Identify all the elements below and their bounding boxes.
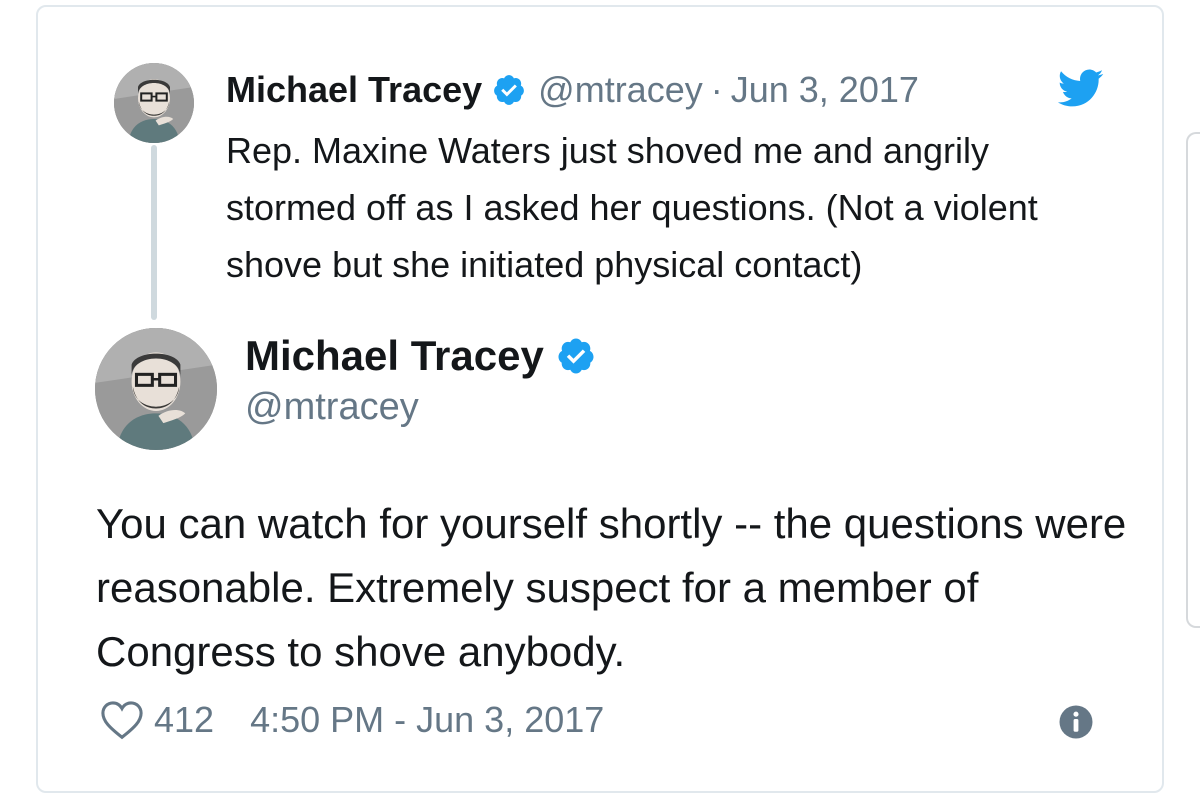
main-author-name-row: Michael Tracey: [245, 332, 596, 380]
verified-badge-icon: [492, 73, 526, 107]
heart-icon[interactable]: [100, 700, 144, 740]
avatar-image: [95, 328, 217, 450]
quoted-tweet-date[interactable]: Jun 3, 2017: [731, 69, 919, 111]
main-author-handle[interactable]: @mtracey: [245, 386, 419, 429]
quoted-tweet-text: Rep. Maxine Waters just shoved me and an…: [226, 130, 1038, 285]
avatar-image: [114, 63, 194, 143]
like-count[interactable]: 412: [154, 699, 214, 741]
verified-badge-icon: [556, 336, 596, 376]
next-card-edge: [1186, 132, 1200, 628]
tweet-timestamp[interactable]: 4:50 PM - Jun 3, 2017: [250, 699, 604, 741]
main-author-name[interactable]: Michael Tracey: [245, 332, 544, 380]
twitter-bird-icon[interactable]: [1056, 68, 1104, 108]
quoted-author-name[interactable]: Michael Tracey: [226, 69, 482, 111]
thread-connector-line: [151, 145, 157, 320]
main-tweet-text: You can watch for yourself shortly -- th…: [96, 500, 1127, 675]
quoted-author-handle[interactable]: @mtracey: [538, 69, 703, 111]
header-separator: ·: [710, 69, 723, 110]
quoted-tweet-avatar[interactable]: [114, 63, 194, 143]
info-icon[interactable]: [1058, 704, 1094, 740]
tweet-footer: 412 4:50 PM - Jun 3, 2017: [100, 694, 604, 746]
quoted-tweet-header: Michael Tracey @mtracey · Jun 3, 2017: [226, 68, 919, 112]
main-tweet-avatar[interactable]: [95, 328, 217, 450]
